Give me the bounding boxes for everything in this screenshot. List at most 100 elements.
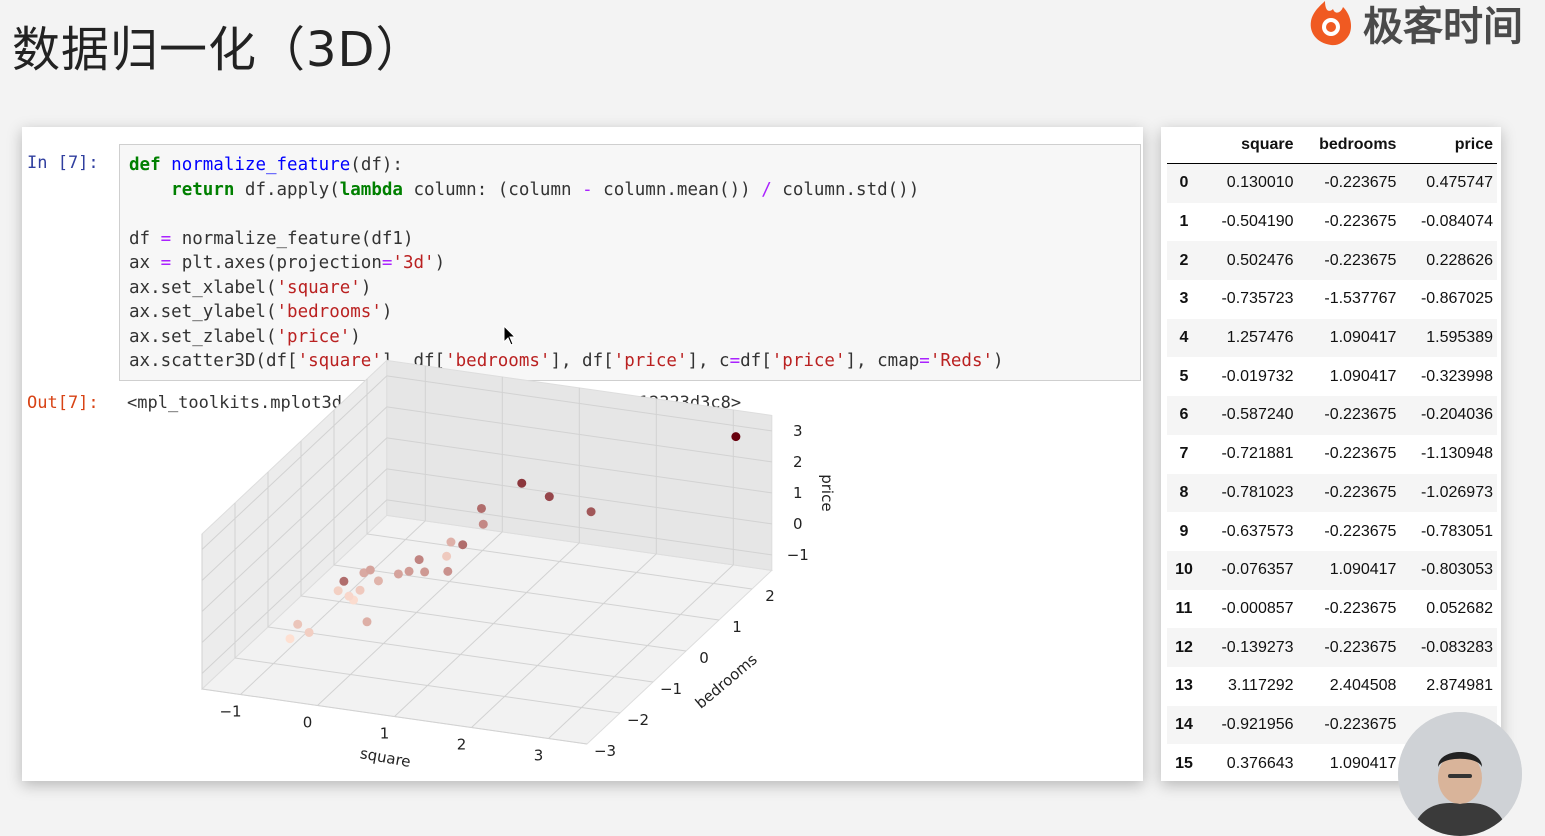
scatter-point (517, 478, 527, 488)
table-cell-price: 0.475747 (1400, 163, 1497, 203)
table-cell-bedrooms: -0.223675 (1297, 628, 1401, 667)
table-cell-price: -1.130948 (1420, 445, 1493, 463)
table-cell-square: -0.637573 (1221, 522, 1294, 540)
table-cell-bedrooms: -0.223675 (1324, 522, 1397, 540)
table-row: 10 -0.076357 1.090417 -0.803053 (1167, 550, 1497, 590)
table-cell-bedrooms: -0.223675 (1324, 599, 1397, 617)
table-cell-square: 0.130010 (1201, 163, 1298, 203)
table-cell-bedrooms: 2.404508 (1329, 677, 1397, 695)
index-header (1167, 127, 1201, 164)
table-cell-square: -0.721881 (1221, 445, 1294, 463)
column-header: square (1201, 127, 1298, 164)
table-cell-price: -0.867025 (1420, 290, 1493, 308)
column-header: price (1400, 127, 1497, 164)
table-row: 12 -0.139273 -0.223675 -0.083283 (1167, 628, 1497, 667)
scatter-point (458, 540, 468, 550)
table-row: 7 -0.721881 -0.223675 -1.130948 (1167, 435, 1497, 474)
row-index: 9 (1179, 522, 1189, 540)
table-cell-price: -1.026973 (1400, 473, 1497, 513)
row-index: 0 (1167, 163, 1201, 203)
z-axis-label: price (818, 474, 836, 511)
row-index: 2 (1167, 241, 1201, 281)
scatter-point (442, 551, 452, 561)
scatter-point (476, 503, 486, 513)
table-cell-bedrooms: -0.223675 (1297, 396, 1401, 435)
row-index: 14 (1167, 705, 1201, 745)
table-cell-square: -0.019732 (1221, 367, 1294, 385)
table-cell-price: 0.052682 (1426, 599, 1493, 617)
brand-logo: 极客时间 (1305, 0, 1523, 50)
y-tick-label: 0 (699, 649, 709, 667)
scatter-point (414, 555, 424, 565)
dataframe-panel: square bedrooms price 0 0.130010 -0.223675… (1161, 127, 1501, 781)
y-tick-label: −2 (627, 711, 649, 729)
x-tick-label: 0 (303, 714, 313, 732)
z-tick-label: 0 (793, 515, 803, 533)
y-tick-label: −1 (660, 680, 682, 698)
table-row: 3 -0.735723 -1.537767 -0.867025 (1167, 280, 1497, 319)
scatter-point (373, 576, 383, 586)
table-cell-bedrooms: -0.223675 (1297, 241, 1401, 281)
table-row: 11 -0.000857 -0.223675 0.052682 (1167, 590, 1497, 629)
scatter-point (355, 585, 365, 595)
scatter3d-plot: −10123 −3−2−1012−10123squarebedroomsprice (200, 359, 836, 771)
row-index: 12 (1167, 628, 1201, 667)
table-cell-price: 0.228626 (1400, 241, 1497, 281)
brand-name: 极客时间 (1363, 4, 1523, 50)
table-cell-square: 3.117292 (1227, 677, 1294, 695)
table-row: 5 -0.019732 1.090417 -0.323998 (1167, 357, 1497, 396)
brand-flame-icon (1310, 1, 1351, 46)
table-row: 0 0.130010 -0.223675 0.475747 (1167, 163, 1497, 203)
scatter-point (404, 566, 414, 576)
table-row: 8 -0.781023 -0.223675 -1.026973 (1167, 473, 1497, 513)
row-index: 11 (1175, 599, 1193, 617)
table-row: 2 0.502476 -0.223675 0.228626 (1167, 241, 1497, 281)
table-cell-square: 0.502476 (1201, 241, 1298, 281)
table-cell-bedrooms: 1.090417 (1297, 318, 1401, 358)
table-cell-bedrooms: -1.537767 (1324, 290, 1397, 308)
table-cell-bedrooms: 1.090417 (1329, 367, 1397, 385)
table-cell-bedrooms: -0.223675 (1324, 445, 1397, 463)
table-cell-square: 0.376643 (1226, 754, 1294, 772)
table-row: 6 -0.587240 -0.223675 -0.204036 (1167, 396, 1497, 435)
scatter-point (443, 566, 453, 576)
z-tick-label: 2 (793, 453, 803, 471)
mouse-cursor-icon (503, 325, 517, 346)
x-tick-label: 3 (534, 747, 544, 765)
scatter-point (339, 576, 349, 586)
table-row: 13 3.117292 2.404508 2.874981 (1167, 667, 1497, 706)
table-cell-price: 1.595389 (1400, 318, 1497, 358)
table-row: 4 1.257476 1.090417 1.595389 (1167, 318, 1497, 358)
table-cell-bedrooms: -0.223675 (1297, 473, 1401, 513)
scatter-point (362, 617, 372, 627)
z-tick-label: −1 (787, 546, 809, 564)
scatter-point (344, 591, 354, 601)
presenter-video (1398, 712, 1522, 836)
x-tick-label: 2 (457, 736, 467, 754)
table-cell-square: -0.735723 (1221, 290, 1294, 308)
scatter-point (478, 519, 488, 529)
table-cell-square: -0.587240 (1201, 396, 1298, 435)
table-cell-square: 1.257476 (1201, 318, 1298, 358)
scatter-point (731, 432, 741, 442)
y-tick-label: 2 (765, 587, 775, 605)
row-index: 6 (1167, 396, 1201, 435)
scatter-point (304, 627, 314, 637)
scatter-point (333, 586, 343, 596)
x-tick-label: 1 (380, 725, 390, 743)
row-index: 3 (1179, 290, 1189, 308)
table-cell-square: -0.504190 (1221, 213, 1294, 231)
table-cell-square: -0.076357 (1201, 550, 1298, 590)
x-tick-label: −1 (219, 703, 241, 721)
table-cell-bedrooms: 1.090417 (1297, 550, 1401, 590)
table-cell-price: -0.204036 (1400, 396, 1497, 435)
plot-grid (200, 359, 773, 745)
table-cell-price: -0.084074 (1420, 213, 1493, 231)
row-index: 10 (1167, 550, 1201, 590)
scatter-point (420, 567, 430, 577)
row-index: 13 (1175, 677, 1193, 695)
y-tick-label: 1 (732, 618, 742, 636)
presenter-avatar-icon (1398, 712, 1522, 836)
table-cell-bedrooms: -0.223675 (1297, 705, 1401, 745)
table-cell-bedrooms: 1.090417 (1329, 754, 1397, 772)
